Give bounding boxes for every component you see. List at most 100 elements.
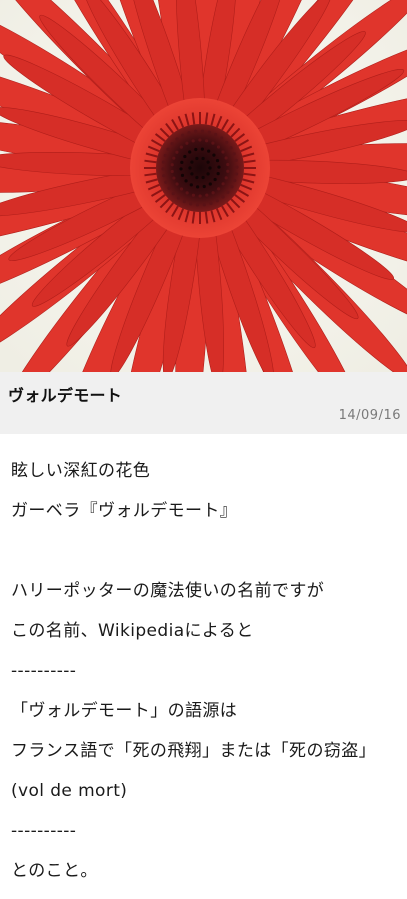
center-dot	[176, 196, 181, 200]
center-dot	[196, 185, 200, 189]
center-dot	[224, 156, 228, 160]
center-dot	[202, 184, 206, 189]
center-dot	[171, 191, 175, 196]
center-dot	[221, 150, 225, 154]
center-dot	[226, 169, 230, 173]
center-dot	[188, 150, 192, 154]
center-dot	[198, 194, 202, 198]
center-dot	[181, 133, 185, 137]
body-line: 「ヴォルデモート」の語源は	[11, 701, 238, 721]
center-dot	[194, 129, 198, 133]
center-dot	[221, 182, 225, 186]
center-dot	[211, 191, 215, 195]
center-dot	[161, 160, 166, 164]
center-dot	[179, 145, 183, 149]
center-dot	[185, 191, 189, 195]
center-dot	[172, 156, 176, 160]
center-dot	[175, 150, 179, 154]
center-dot	[216, 145, 221, 149]
center-dot	[212, 153, 216, 157]
center-dot	[215, 159, 220, 163]
center-dot	[170, 169, 174, 174]
body-line: この名前、Wikipediaによると	[11, 621, 254, 641]
center-dot	[163, 153, 167, 158]
center-dot	[161, 167, 165, 171]
center-dot	[162, 174, 166, 178]
center-dot	[167, 186, 171, 190]
center-dot	[230, 185, 234, 189]
flower-center	[156, 124, 244, 212]
center-dot	[219, 136, 224, 140]
center-dot	[201, 156, 205, 161]
center-dot	[175, 182, 179, 186]
center-dot	[191, 139, 195, 143]
center-dot	[200, 147, 204, 151]
center-dot	[215, 199, 219, 203]
center-dot	[217, 187, 221, 191]
body-line: (vol de mort)	[11, 781, 128, 801]
center-dot	[166, 147, 170, 151]
center-dot	[232, 152, 236, 156]
center-dot	[180, 160, 184, 164]
center-dot	[179, 167, 183, 171]
center-dot	[226, 190, 230, 194]
center-dot	[207, 130, 211, 134]
body-line: 眩しい深紅の花色	[11, 461, 151, 481]
center-dot	[201, 175, 205, 180]
center-dot	[209, 201, 213, 205]
post-body: 眩しい深紅の花色 ガーベラ『ヴォルデモート』 ハリーポッターの魔法使いの名前です…	[11, 456, 401, 896]
center-dot	[198, 138, 202, 142]
body-line: とのこと。	[11, 861, 98, 881]
center-dot	[189, 202, 193, 206]
gerbera-flower-image	[0, 0, 407, 372]
center-dot	[213, 177, 217, 182]
center-dot	[229, 146, 233, 150]
center-dot	[234, 172, 239, 176]
center-dot	[224, 176, 228, 180]
center-dot	[175, 137, 179, 141]
center-dot	[180, 173, 185, 177]
center-dot	[225, 140, 229, 145]
center-dot	[188, 166, 192, 170]
body-line: ガーベラ『ヴォルデモート』	[11, 501, 238, 521]
body-line: ハリーポッターの魔法使いの名前ですが	[11, 581, 325, 601]
center-dot	[195, 203, 200, 207]
center-dot	[200, 129, 205, 133]
center-dot	[185, 141, 189, 145]
divider-line: ----------	[11, 821, 77, 841]
center-dot	[235, 165, 239, 169]
center-dot	[190, 160, 194, 164]
center-dot	[206, 160, 210, 164]
center-dot	[233, 178, 237, 183]
divider-line: ----------	[11, 661, 77, 681]
center-dot	[187, 131, 191, 135]
center-dot	[208, 166, 212, 170]
center-dot	[184, 179, 188, 183]
center-dot	[195, 156, 199, 161]
center-dot	[205, 193, 209, 197]
center-dot	[170, 142, 174, 146]
center-dot	[221, 195, 225, 199]
center-dot	[208, 182, 212, 186]
post-title[interactable]: ヴォルデモート	[8, 382, 122, 406]
center-dot	[179, 187, 184, 191]
center-dot	[189, 183, 193, 187]
center-dot	[195, 175, 199, 180]
center-dot	[226, 162, 230, 167]
center-dot	[172, 176, 176, 180]
body-line: フランス語で「死の飛翔」または「死の窃盗」	[11, 741, 377, 761]
center-dot	[204, 139, 209, 143]
center-dot	[190, 172, 194, 176]
center-dot	[214, 132, 218, 137]
center-dot	[217, 165, 221, 169]
center-dot	[191, 193, 196, 197]
center-dot	[206, 172, 210, 176]
center-dot	[216, 172, 220, 176]
center-dot	[164, 180, 168, 184]
center-dot	[170, 163, 174, 167]
center-dot	[211, 141, 215, 145]
center-dot	[207, 149, 211, 153]
post-photo[interactable]	[0, 0, 407, 372]
body-line-blank	[11, 536, 401, 576]
center-dot	[234, 158, 238, 162]
